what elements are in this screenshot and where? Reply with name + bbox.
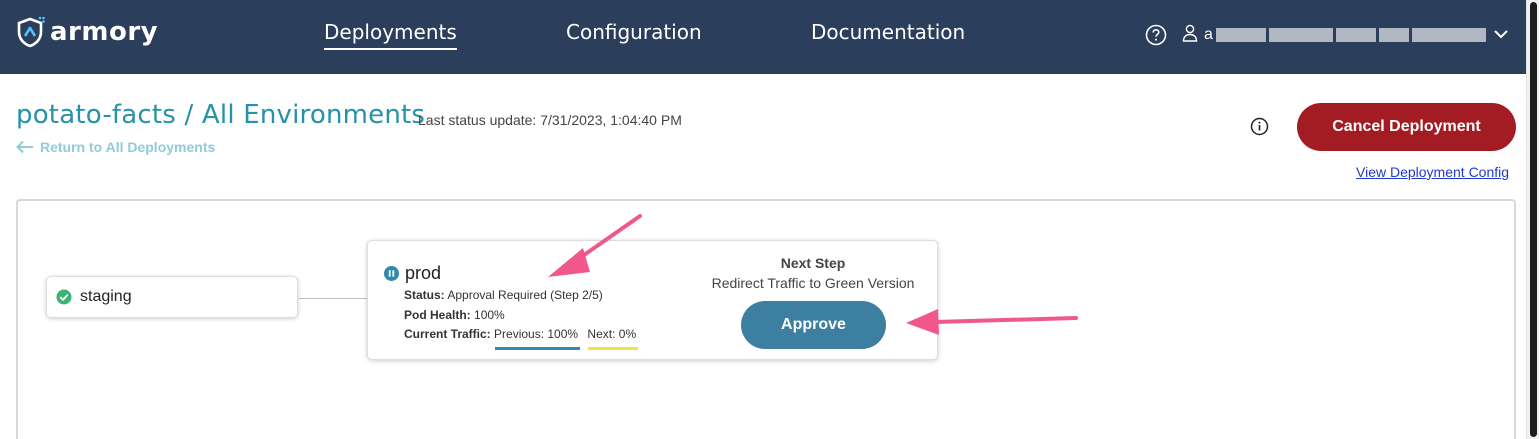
traffic-previous-bar: [495, 347, 580, 350]
environment-node-staging[interactable]: staging: [46, 276, 298, 318]
traffic-previous: Previous: 100%: [494, 327, 579, 341]
check-circle-icon: [56, 289, 72, 305]
pod-health-value: 100%: [474, 308, 505, 322]
last-status-update: Last status update: 7/31/2023, 1:04:40 P…: [418, 112, 682, 128]
prod-pod-health: Pod Health: 100%: [404, 308, 505, 322]
info-icon[interactable]: [1250, 117, 1269, 136]
user-name-redacted[interactable]: a: [1204, 25, 1486, 45]
view-deployment-config-link[interactable]: View Deployment Config: [1356, 164, 1509, 180]
pod-health-label: Pod Health:: [404, 308, 471, 322]
redacted-block: [1411, 28, 1486, 42]
redacted-block: [1215, 28, 1266, 42]
armory-logo[interactable]: armory: [16, 16, 158, 48]
scrollbar-thumb[interactable]: [1530, 2, 1537, 437]
environment-node-prod[interactable]: prod Status: Approval Required (Step 2/5…: [367, 240, 938, 360]
prod-status: Status: Approval Required (Step 2/5): [404, 288, 603, 302]
help-icon[interactable]: [1145, 24, 1167, 46]
prod-current-traffic: Current Traffic: Previous: 100% Next: 0%: [404, 327, 636, 341]
redacted-block: [1335, 28, 1376, 42]
approve-button[interactable]: Approve: [741, 301, 886, 349]
return-to-deployments-link[interactable]: Return to All Deployments: [16, 139, 215, 155]
arrow-left-icon: [16, 140, 33, 154]
return-link-label: Return to All Deployments: [40, 139, 216, 155]
nav-deployments[interactable]: Deployments: [324, 20, 457, 50]
redacted-block: [1378, 28, 1409, 42]
next-step-title: Next Step: [780, 255, 846, 271]
redacted-block: [1268, 28, 1333, 42]
page-title: potato-facts / All Environments: [16, 100, 426, 130]
traffic-label: Current Traffic:: [404, 327, 491, 341]
prod-header: prod: [384, 263, 441, 284]
cancel-deployment-button[interactable]: Cancel Deployment: [1297, 103, 1516, 151]
traffic-next: Next: 0%: [587, 327, 637, 341]
armory-shield-icon: [17, 16, 45, 48]
traffic-next-bar: [588, 347, 638, 350]
status-label: Status:: [404, 288, 445, 302]
user-icon[interactable]: [1182, 24, 1198, 42]
user-initial: a: [1204, 26, 1213, 43]
status-value: Approval Required (Step 2/5): [447, 288, 603, 302]
nav-configuration[interactable]: Configuration: [566, 20, 702, 44]
next-step-description: Redirect Traffic to Green Version: [711, 275, 915, 291]
nav-documentation[interactable]: Documentation: [811, 20, 965, 44]
pause-circle-icon: [384, 266, 399, 281]
chevron-down-icon[interactable]: [1492, 27, 1510, 41]
environment-connector: [299, 298, 367, 299]
prod-label: prod: [405, 263, 442, 283]
top-nav-bar: armory Deployments Configuration Documen…: [0, 0, 1526, 74]
vertical-scrollbar[interactable]: [1526, 0, 1539, 439]
staging-label: staging: [80, 288, 132, 305]
logo-text: armory: [50, 17, 159, 47]
